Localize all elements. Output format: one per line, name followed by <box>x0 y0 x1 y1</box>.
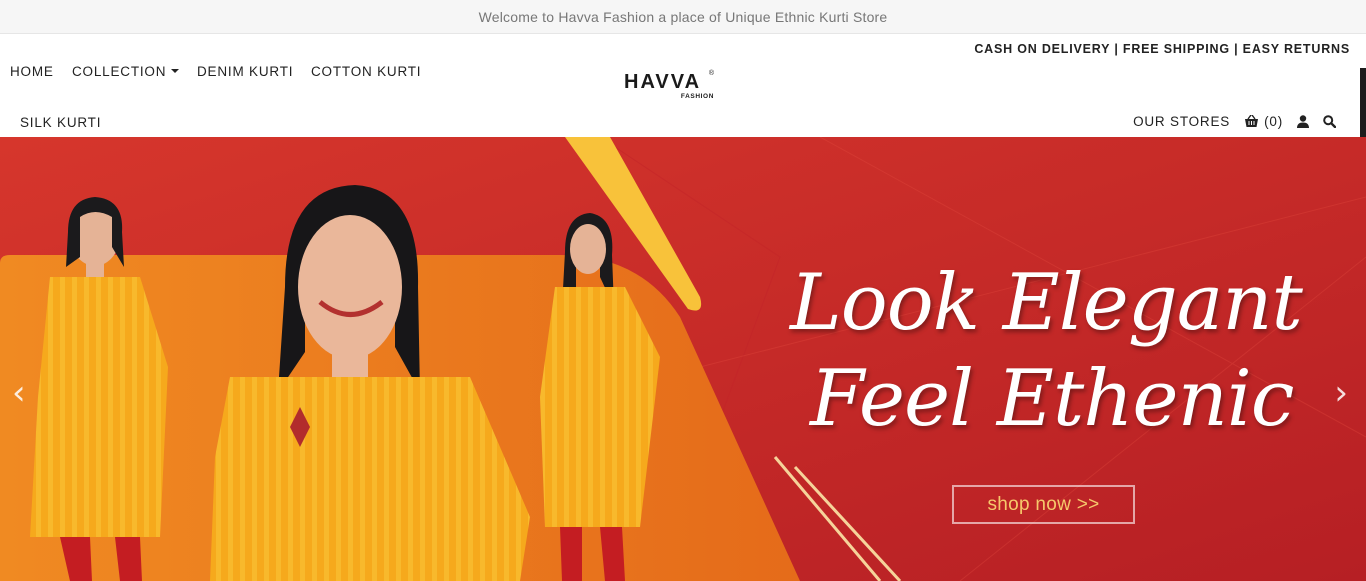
cart-count: (0) <box>1264 114 1283 129</box>
nav-cotton-kurti[interactable]: COTTON KURTI <box>311 64 421 79</box>
site-logo[interactable]: HAVVA FASHION ® <box>624 70 716 106</box>
user-icon[interactable] <box>1297 115 1309 128</box>
logo-name: HAVVA <box>624 71 702 93</box>
carousel-next-icon[interactable]: › <box>1334 373 1348 413</box>
logo-registered-mark: ® <box>708 70 714 77</box>
search-icon[interactable] <box>1323 115 1336 128</box>
announcement-text: Welcome to Havva Fashion a place of Uniq… <box>478 8 888 25</box>
nav-denim-kurti[interactable]: DENIM KURTI <box>197 64 293 79</box>
hero-banner: Look Elegant Feel Ethenic shop now >> ‹ … <box>0 137 1366 581</box>
hero-headline-line2: Feel Ethenic <box>810 354 1294 444</box>
announcement-bar: Welcome to Havva Fashion a place of Uniq… <box>0 0 1366 34</box>
nav-home[interactable]: HOME <box>10 64 54 79</box>
promo-strip: CASH ON DELIVERY | FREE SHIPPING | EASY … <box>974 42 1350 56</box>
hero-headline: Look Elegant Feel Ethenic <box>790 255 1310 447</box>
shop-now-button[interactable]: shop now >> <box>952 485 1135 524</box>
nav-silk-kurti[interactable]: SILK KURTI <box>20 115 101 130</box>
header-tools: OUR STORES (0) <box>1133 114 1336 129</box>
carousel-prev-icon[interactable]: ‹ <box>12 373 26 413</box>
cart-button[interactable]: (0) <box>1244 114 1283 129</box>
basket-icon <box>1245 115 1259 127</box>
hero-headline-line1: Look Elegant <box>790 258 1303 348</box>
our-stores-link[interactable]: OUR STORES <box>1133 114 1230 129</box>
nav-collection-label: COLLECTION <box>72 64 167 79</box>
caret-down-icon <box>171 69 180 73</box>
nav-collection[interactable]: COLLECTION <box>72 64 180 79</box>
logo-subtitle: FASHION <box>680 93 714 100</box>
site-header: HOME COLLECTION DENIM KURTI COTTON KURTI… <box>0 34 1366 171</box>
